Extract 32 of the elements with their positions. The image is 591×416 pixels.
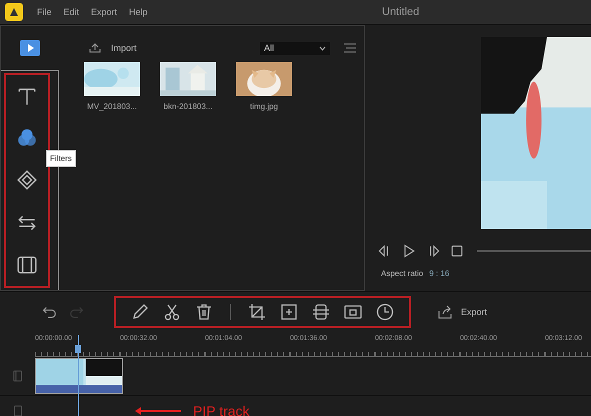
annotation-label: PIP track xyxy=(193,403,250,416)
app-logo xyxy=(5,3,23,21)
trash-icon[interactable] xyxy=(194,302,214,322)
menu-item[interactable]: File xyxy=(31,7,58,17)
filter-dropdown[interactable]: All xyxy=(260,42,330,54)
scissors-icon[interactable] xyxy=(162,302,182,322)
tooltip: Filters xyxy=(46,150,76,167)
aspect-value[interactable]: 9 : 16 xyxy=(429,269,450,278)
menu-item[interactable]: Edit xyxy=(58,7,86,17)
pencil-icon[interactable] xyxy=(130,302,150,322)
export-button[interactable]: Export xyxy=(431,304,494,320)
media-name[interactable]: MV_201803... xyxy=(87,102,137,111)
arrow-icon xyxy=(135,407,183,415)
zoom-icon[interactable] xyxy=(279,302,299,322)
aspect-label: Aspect ratio xyxy=(381,269,424,278)
import-button[interactable]: Import xyxy=(83,42,143,54)
menu-item[interactable]: Export xyxy=(85,7,124,17)
window-title: Untitled xyxy=(382,6,420,18)
crop-icon[interactable] xyxy=(247,302,267,322)
list-icon[interactable] xyxy=(344,43,356,53)
clock-icon[interactable] xyxy=(375,302,395,322)
chevron-icon xyxy=(319,46,326,50)
video-icon[interactable] xyxy=(19,39,41,57)
stop-icon[interactable] xyxy=(449,243,465,259)
menu-item[interactable]: Help xyxy=(123,7,154,17)
film-icon[interactable] xyxy=(16,254,38,276)
share-icon xyxy=(437,305,453,319)
video-track-icon[interactable] xyxy=(10,369,24,383)
media-name[interactable]: timg.jpg xyxy=(250,102,278,111)
upload-icon xyxy=(89,43,101,53)
media-name[interactable]: bkn-201803... xyxy=(164,102,212,111)
layers-icon[interactable] xyxy=(16,169,38,192)
